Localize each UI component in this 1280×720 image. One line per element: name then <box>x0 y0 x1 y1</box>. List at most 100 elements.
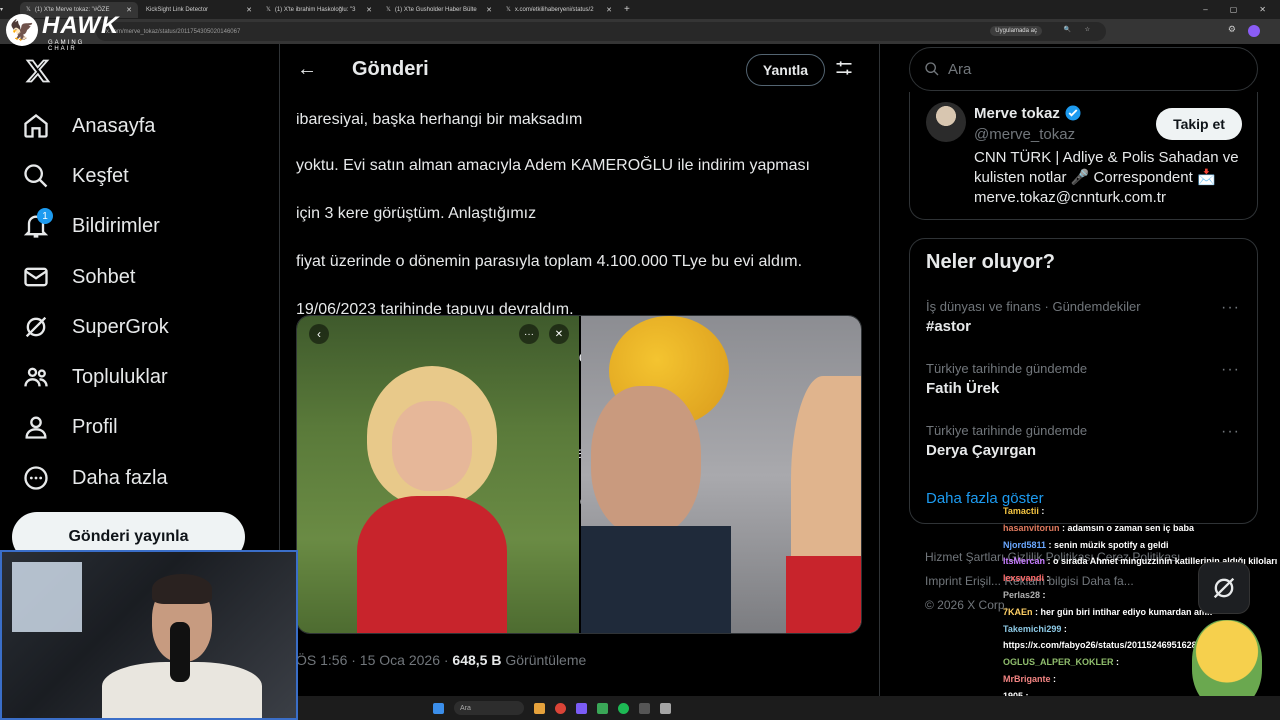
more-circle-icon <box>24 466 48 490</box>
trend-item[interactable]: Türkiye tarihinde gündemde Derya Çayırga… <box>926 423 1246 459</box>
tab-close-icon[interactable]: ✕ <box>606 6 612 14</box>
page-title: Gönderi <box>352 58 429 80</box>
sidebar-item-notifications[interactable]: 1 Bildirimler <box>22 208 160 240</box>
tab-close-icon[interactable]: ✕ <box>126 6 132 14</box>
chat-username: lexsvandi <box>1003 573 1045 584</box>
mail-icon <box>24 267 48 287</box>
filter-settings-icon[interactable] <box>834 58 854 83</box>
chat-username: 7KAEn <box>1003 606 1033 617</box>
sidebar-item-more[interactable]: Daha fazla <box>22 464 168 492</box>
chat-text: : <box>1038 506 1045 516</box>
sidebar-item-label: SuperGrok <box>72 315 169 338</box>
browser-toolbar: x.com/merve_tokaz/status/201175430502014… <box>0 19 1280 44</box>
maximize-icon[interactable]: ▢ <box>1230 5 1238 14</box>
browser-tab[interactable]: 𝕏 (1) X'te Gusholder Haber Bülte ✕ <box>380 2 498 18</box>
tweet-line: yoktu. Evi satın alman amacıyla Adem KAM… <box>296 157 810 174</box>
trend-category: Türkiye tarihinde gündemde <box>926 423 1088 438</box>
sidebar-item-label: Bildirimler <box>72 214 160 237</box>
views-label: Görüntüleme <box>501 652 587 668</box>
photo-subject-top <box>357 496 507 633</box>
taskbar-search[interactable]: Ara <box>454 701 524 715</box>
spotify-icon[interactable] <box>618 702 629 714</box>
search-icon <box>925 62 939 76</box>
sidebar-item-explore[interactable]: Keşfet <box>22 162 129 190</box>
profile-name[interactable]: Merve tokaz <box>974 104 1082 122</box>
browser-tab[interactable]: KickSight Link Detector ✕ <box>140 2 258 18</box>
photo-right[interactable] <box>581 316 861 633</box>
grok-icon <box>1213 577 1235 599</box>
profile-name-text: Merve tokaz <box>974 104 1060 122</box>
people-icon <box>24 367 48 387</box>
photo-man-suit <box>581 526 731 633</box>
profile-card: Merve tokaz @merve_tokaz Takip et CNN TÜ… <box>909 92 1258 220</box>
chat-text: : her gün biri intihar ediyo kumardan am… <box>1032 606 1213 617</box>
file-explorer-icon[interactable] <box>534 702 545 714</box>
media-close-icon[interactable]: ✕ <box>549 324 569 344</box>
trend-item[interactable]: İş dünyası ve finans · Gündemdekiler #as… <box>926 299 1246 335</box>
media-more-icon[interactable]: ··· <box>519 324 539 344</box>
url-text: x.com/merve_tokaz/status/201175430502014… <box>106 28 241 35</box>
avatar[interactable] <box>926 102 966 142</box>
open-in-app-pill[interactable]: Uygulamada aç <box>990 26 1042 36</box>
tab-label: x.com/etkilihaberyeni/status/2 <box>514 6 594 13</box>
tab-close-icon[interactable]: ✕ <box>486 6 492 14</box>
browser-tab[interactable]: 𝕏x.com/etkilihaberyeni/status/2 ✕ <box>500 2 618 18</box>
sidebar-item-home[interactable]: Anasayfa <box>22 112 155 140</box>
tab-label: (1) X'te Gusholder Haber Bülte <box>394 6 477 13</box>
search-icon <box>24 164 48 188</box>
more-dots-icon[interactable]: ··· <box>1221 361 1240 379</box>
profile-avatar[interactable] <box>1248 25 1260 37</box>
photo-left[interactable]: ‹ ··· ✕ <box>297 316 579 633</box>
chat-text: : <box>1050 673 1057 684</box>
notification-badge: 1 <box>37 208 53 224</box>
sidebar-item-label: Keşfet <box>72 164 129 187</box>
trend-name: Fatih Ürek <box>926 380 1000 397</box>
tweet-media[interactable]: ‹ ··· ✕ <box>296 315 862 634</box>
chat-message: hasanvitorun : adamsın o zaman sen iç ba… <box>1003 520 1280 537</box>
app-icon[interactable] <box>597 702 608 714</box>
chat-username: Takemichi299 <box>1003 623 1062 634</box>
back-arrow-icon[interactable]: ← <box>297 58 317 81</box>
trends-title: Neler oluyor? <box>926 251 1055 273</box>
chat-text: : senin müzik spotify a geldi <box>1046 539 1169 550</box>
x-favicon-icon: 𝕏 <box>386 7 391 13</box>
tab-close-icon[interactable]: ✕ <box>366 6 372 14</box>
search-placeholder: Ara <box>948 60 972 78</box>
reply-button[interactable]: Yanıtla <box>746 54 825 86</box>
sidebar-item-communities[interactable]: Topluluklar <box>22 363 168 391</box>
x-logo-icon[interactable] <box>24 57 52 90</box>
chat-username: Njord5811 <box>1003 539 1047 550</box>
chat-username: ItsMercan <box>1003 556 1046 567</box>
home-icon <box>24 114 48 138</box>
sidebar-item-profile[interactable]: Profil <box>22 413 118 441</box>
trend-item[interactable]: Türkiye tarihinde gündemde Fatih Ürek ··… <box>926 361 1246 397</box>
app-icon[interactable] <box>639 702 650 714</box>
sidebar-item-label: Daha fazla <box>72 466 168 489</box>
discord-icon[interactable] <box>576 702 587 714</box>
more-dots-icon[interactable]: ··· <box>1221 299 1240 317</box>
media-prev-icon[interactable]: ‹ <box>309 324 329 344</box>
close-window-icon[interactable]: ✕ <box>1259 5 1266 14</box>
browser-tab[interactable]: 𝕏 (1) X'te ibrahim Haskoloğlu: "3 ✕ <box>260 2 378 18</box>
new-tab-button[interactable]: + <box>624 4 630 15</box>
chat-username: Perlas28 <box>1003 589 1041 600</box>
address-bar[interactable]: x.com/merve_tokaz/status/201175430502014… <box>96 22 1106 41</box>
tab-close-icon[interactable]: ✕ <box>246 6 252 14</box>
webcam-hair <box>152 574 212 604</box>
start-icon[interactable] <box>433 702 444 714</box>
more-dots-icon[interactable]: ··· <box>1221 423 1240 441</box>
sidebar-item-supergrok[interactable]: SuperGrok <box>22 313 169 341</box>
chrome-icon[interactable] <box>555 702 566 714</box>
obs-icon[interactable] <box>660 702 671 714</box>
chat-text: : <box>1040 589 1046 600</box>
follow-button[interactable]: Takip et <box>1156 108 1242 140</box>
sidebar-item-label: Topluluklar <box>72 365 168 388</box>
sidebar-item-messages[interactable]: Sohbet <box>22 263 135 291</box>
x-favicon-icon: 𝕏 <box>266 7 271 13</box>
extensions-icon[interactable]: ⚙ <box>1228 24 1236 35</box>
search-input[interactable]: Ara <box>909 47 1258 91</box>
minimize-icon[interactable]: – <box>1203 5 1207 14</box>
grok-button[interactable] <box>1198 562 1250 614</box>
trend-category: Türkiye tarihinde gündemde <box>926 361 1088 376</box>
tweet-timestamp: ÖS 1:56 · 15 Oca 2026 · <box>296 652 453 668</box>
